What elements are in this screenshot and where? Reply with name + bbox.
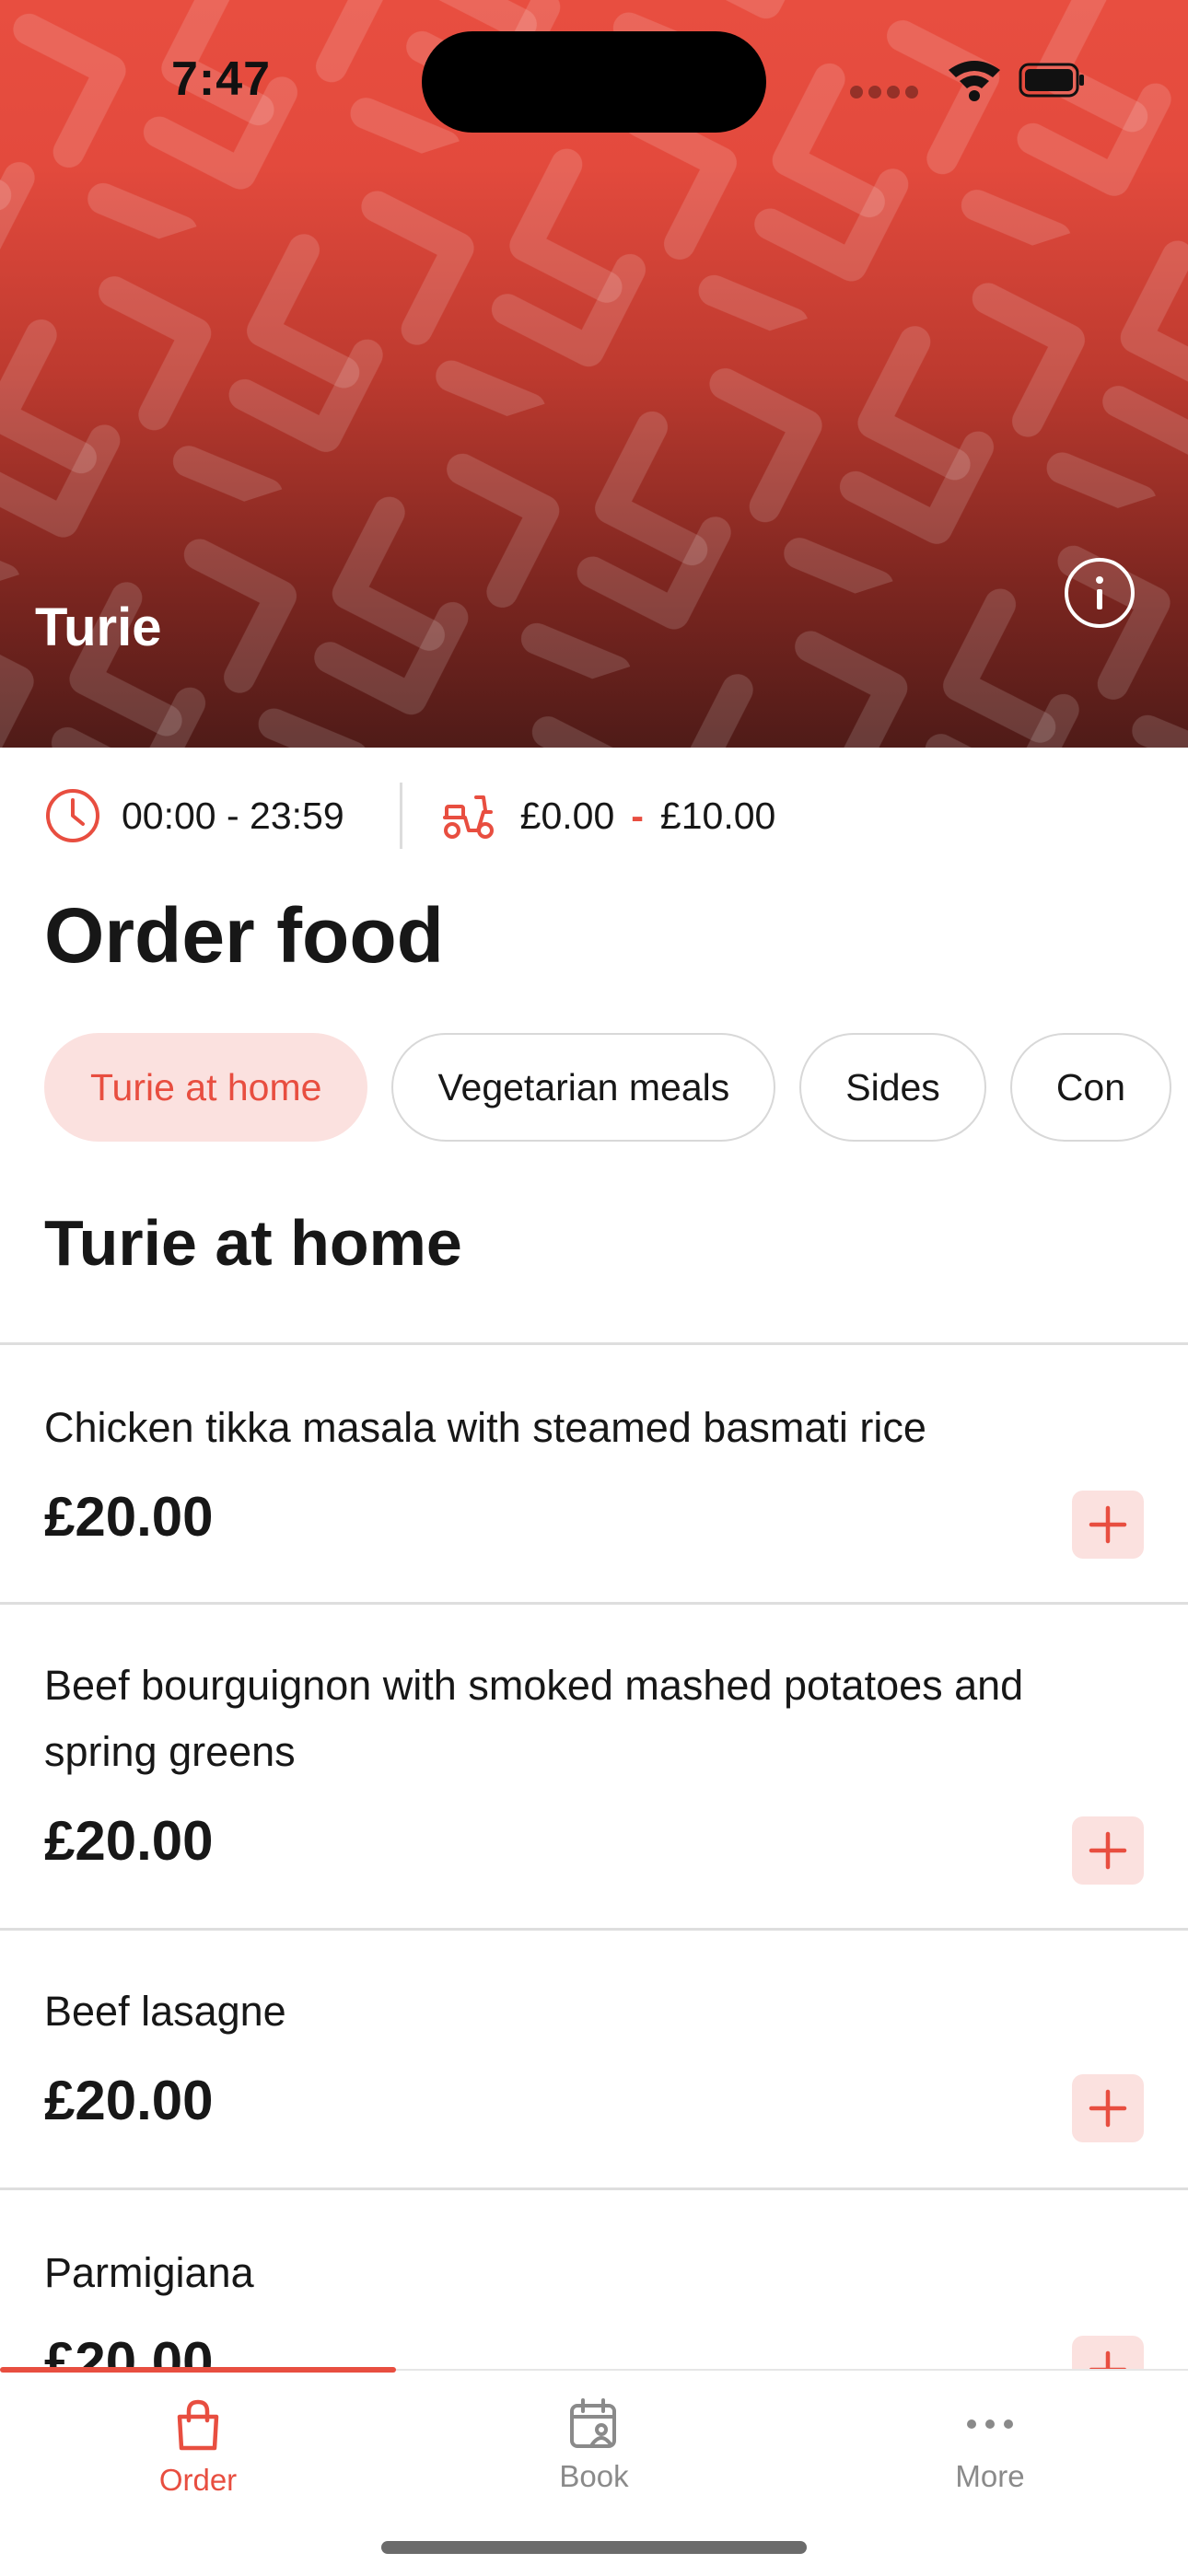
add-to-cart-button[interactable] [1072,1491,1144,1559]
menu-item-price: £20.00 [44,1486,214,1548]
opening-hours: 00:00 - 23:59 [122,794,344,837]
tab-order[interactable]: Order [0,2398,396,2498]
scooter-icon [442,795,494,839]
category-chip-turie-at-home[interactable]: Turie at home [44,1033,368,1142]
bag-icon [177,2399,219,2451]
delivery-fee-max: £10.00 [659,794,776,837]
delivery-fee-min: £0.00 [519,794,615,837]
add-to-cart-button[interactable] [1072,2074,1144,2142]
plus-icon [1089,1831,1127,1870]
menu-item-name: Parmigiana [44,2249,254,2296]
menu-item-name: Chicken tikka masala with steamed basmat… [44,1404,926,1451]
category-chip-con[interactable]: Con [1009,1033,1172,1142]
signal-icon [850,86,918,99]
add-to-cart-button[interactable] [1072,1816,1144,1885]
battery-icon [1019,63,1084,98]
info-button[interactable] [1065,558,1135,628]
menu-item[interactable]: Beef bourguignon with smoked mashed pota… [0,1602,1188,1930]
active-tab-indicator [0,2367,396,2373]
restaurant-name: Turie [35,598,162,657]
page-title: Order food [44,892,444,979]
menu-item-name: Beef lasagne [44,1988,286,2035]
tab-label: Order [158,2463,238,2497]
menu-item-price: £20.00 [44,1810,214,1872]
plus-icon [1089,1505,1127,1544]
home-indicator[interactable] [381,2541,807,2554]
dynamic-island [422,31,766,133]
menu-item-name: Beef bourguignon with smoked mashed pota… [44,1662,1024,1775]
menu-item[interactable]: Chicken tikka masala with steamed basmat… [0,1342,1188,1604]
category-tabs: Turie at home Vegetarian meals Sides Con [44,1033,1188,1142]
category-chip-vegetarian-meals[interactable]: Vegetarian meals [391,1033,776,1142]
delivery-fee-separator: - [631,794,644,837]
status-icons [850,61,1084,101]
info-divider [399,783,402,849]
clock-icon [46,789,99,842]
category-chip-sides[interactable]: Sides [799,1033,986,1142]
hero-header: 7:47 Turie [0,0,1188,748]
status-time: 7:47 [171,52,272,106]
tab-label: Book [559,2459,629,2493]
calendar-person-icon [570,2398,616,2448]
tab-more[interactable]: More [792,2398,1188,2494]
menu-item[interactable]: Beef lasagne £20.00 [0,1928,1188,2189]
wifi-icon [949,61,1000,101]
restaurant-info-row: 00:00 - 23:59 £0.00 - £10.00 [44,783,775,849]
tab-label: More [955,2459,1025,2493]
info-icon [1096,576,1103,609]
tab-book[interactable]: Book [396,2398,792,2494]
section-title: Turie at home [44,1207,462,1279]
menu-item-price: £20.00 [44,2070,214,2131]
more-dots-icon [967,2419,1013,2429]
plus-icon [1089,2089,1127,2128]
